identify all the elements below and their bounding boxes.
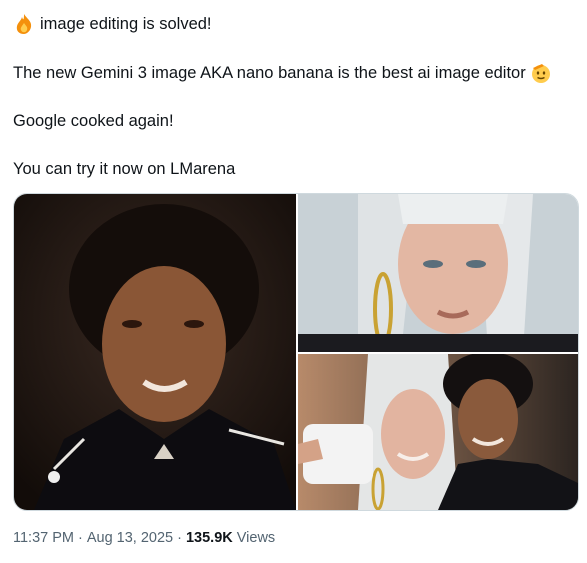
views-count: 135.9K	[185, 530, 233, 546]
selfie-couple-photo[interactable]	[298, 354, 578, 510]
post-text-line-1: image editing is solved!	[13, 13, 212, 35]
fire-emoji-icon	[13, 13, 35, 35]
post-text-line-2: The new Gemini 3 image AKA nano banana i…	[13, 62, 552, 84]
post-text-line-4: You can try it now on LMarena	[13, 158, 235, 180]
post-text-body: You can try it now on LMarena	[13, 160, 236, 178]
separator-dot: ·	[78, 530, 83, 546]
views-label: Views	[236, 530, 276, 546]
post-text-headline: image editing is solved!	[40, 15, 212, 33]
post-metadata: 11:37 PM · Aug 13, 2025 · 135.9K Views	[13, 527, 275, 549]
man-portrait-photo[interactable]	[14, 194, 296, 510]
post-text-body: Google cooked again!	[13, 112, 174, 130]
post-date[interactable]: Aug 13, 2025	[87, 530, 173, 546]
post-media-grid[interactable]	[13, 193, 579, 511]
post-text-body: The new Gemini 3 image AKA nano banana i…	[13, 64, 526, 82]
saluting-face-emoji-icon	[530, 62, 552, 84]
post-text-line-3: Google cooked again!	[13, 110, 174, 132]
woman-platinum-hair-portrait-photo[interactable]	[298, 194, 578, 352]
separator-dot: ·	[177, 530, 182, 546]
post-time[interactable]: 11:37 PM	[13, 530, 74, 546]
